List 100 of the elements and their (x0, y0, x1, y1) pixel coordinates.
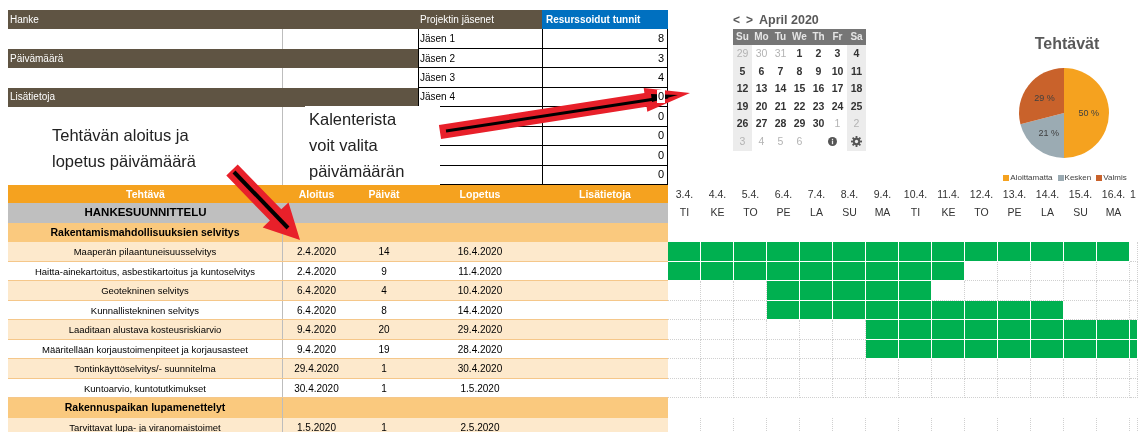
phase-title: HANKESUUNNITTELU (83, 205, 208, 220)
calendar-day[interactable]: 26 (733, 115, 752, 133)
task-name: Tarvittavat lupa- ja viranomaistoimet (8, 417, 283, 432)
date-label: 10.4. (902, 187, 929, 202)
date-label: 4.4. (707, 187, 728, 202)
callout-box: Kalenterista voit valita päivämäärän (305, 106, 440, 185)
task-name: Kuntoarvio, kuntotutkimukset (8, 378, 283, 397)
end-date: 14.4.2020 (456, 303, 504, 318)
weekday-label: Th (811, 30, 826, 44)
column-header: Resurssoidut tunnit (542, 10, 668, 30)
task-name: Laaditaan alustava kosteusriskiarvio (8, 320, 283, 339)
weekday-label: LA (1041, 205, 1054, 220)
task-name: Geotekninen selvitys (8, 281, 283, 300)
task-name: Haitta-ainekartoitus, asbestikartoitus ja kuntoselvitys (8, 261, 283, 280)
end-date: 10.4.2020 (456, 284, 504, 298)
task-name: Maaperän pilaantuneisuusselvitys (8, 242, 283, 261)
end-date: 28.4.2020 (456, 342, 504, 357)
weekday-label: KE (710, 205, 725, 220)
column-header: Lisätietoja (578, 187, 632, 202)
legend-label: Valmis (1103, 172, 1127, 184)
duration-days: 8 (350, 300, 418, 319)
calendar-day[interactable]: 12 (733, 80, 752, 98)
slice-label: 29 % (1034, 92, 1055, 103)
date-label: 14.4. (1034, 187, 1061, 202)
weekday-label: PE (1007, 205, 1022, 220)
duration-days: 9 (350, 261, 418, 280)
weekday-label: TI (679, 205, 690, 220)
weekday-label: SU (842, 205, 857, 220)
start-date: 30.4.2020 (293, 381, 340, 396)
start-date: 2.4.2020 (296, 245, 337, 259)
calendar-day[interactable]: 4 (847, 45, 866, 63)
end-date: 2.5.2020 (459, 420, 501, 432)
end-date: 11.4.2020 (457, 264, 503, 279)
date-label: 5.4. (740, 187, 761, 202)
date-label: 13.4. (1001, 187, 1028, 202)
weekday-label: Tu (773, 30, 788, 44)
date-label: 16.4. (1100, 187, 1127, 202)
date-label: 1 (1130, 187, 1137, 202)
slice-label: 21 % (1038, 127, 1060, 138)
settings-icon (851, 136, 862, 148)
weekday-label: Su (735, 30, 750, 44)
note-text: Tehtävän aloitus ja lopetus päivämäärä (52, 125, 197, 172)
start-date: 2.4.2020 (296, 264, 337, 279)
slice-label: 50 % (1078, 108, 1099, 118)
duration-days: 1 (350, 359, 418, 378)
column-header: Tehtävä (125, 187, 166, 202)
duration-days: 19 (350, 339, 418, 358)
table-cell: Jäsen 3 (418, 68, 542, 88)
table-cell: Jäsen 1 (418, 29, 542, 49)
date-label: 3.4. (674, 187, 695, 202)
date-label: 11.4. (936, 187, 961, 202)
date-label: 6.4. (773, 187, 794, 202)
month-title: April 2020 (759, 11, 819, 29)
weekday-label: Sa (849, 30, 864, 44)
task-name: Kunnallistekninen selvitys (8, 300, 283, 319)
start-date: 9.4.2020 (296, 342, 337, 357)
start-date: 1.5.2020 (296, 420, 337, 432)
duration-days: 4 (350, 281, 418, 300)
start-date: 6.4.2020 (296, 303, 337, 318)
column-header: Lopetus (458, 187, 502, 202)
weekday-label: TO (743, 205, 758, 220)
end-date: 29.4.2020 (456, 323, 504, 337)
weekday-label: SU (1073, 205, 1088, 220)
calendar-day[interactable]: 18 (847, 80, 866, 98)
duration-days: 1 (350, 378, 418, 397)
weekday-label: LA (810, 205, 823, 220)
previous-month-button[interactable]: < (733, 11, 740, 29)
info-icon (828, 137, 837, 147)
start-date: 9.4.2020 (296, 323, 337, 337)
column-header: Projektin jäsenet (418, 10, 542, 30)
start-date: 29.4.2020 (293, 362, 340, 376)
end-date: 16.4.2020 (456, 245, 504, 259)
section-title: Rakennuspaikan lupamenettelyt (8, 398, 283, 418)
weekday-label: Fr (831, 30, 844, 44)
task-name: Määritellään korjaustoimenpiteet ja korjausasteet (8, 339, 283, 358)
duration-days: 14 (350, 242, 418, 261)
table-cell: Jäsen 2 (418, 48, 542, 69)
weekday-label: Mo (753, 30, 770, 44)
next-month-button[interactable]: > (746, 11, 754, 29)
column-header: Aloitus (297, 187, 336, 202)
weekday-label: KE (941, 205, 956, 220)
date-label: 8.4. (839, 187, 860, 202)
duration-days: 1 (350, 417, 418, 432)
date-label: 9.4. (872, 187, 893, 202)
duration-days: 20 (350, 320, 418, 339)
date-label: 7.4. (806, 187, 827, 202)
weekday-label: TI (910, 205, 921, 220)
weekday-label: TO (974, 205, 989, 220)
end-date: 30.4.2020 (456, 362, 504, 376)
date-label: 15.4. (1067, 187, 1094, 202)
start-date: 6.4.2020 (296, 284, 337, 298)
legend-label: Kesken (1064, 172, 1092, 184)
weekday-label: PE (776, 205, 791, 220)
weekday-label: MA (1105, 205, 1122, 220)
weekday-label: MA (874, 205, 891, 220)
end-date: 1.5.2020 (459, 381, 501, 396)
field-label-bar: Hanke (8, 10, 418, 30)
field-label-bar: Lisätietoja (8, 87, 418, 108)
date-label: 12.4. (968, 187, 995, 202)
hours-value: 3 (656, 51, 665, 65)
